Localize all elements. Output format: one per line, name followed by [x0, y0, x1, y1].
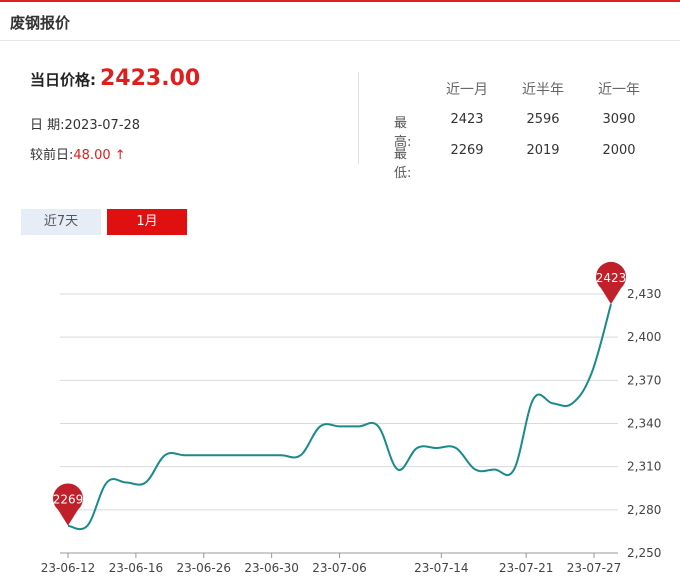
stats-cell: 2000 — [602, 143, 636, 158]
x-tick-label: 23-06-16 — [109, 561, 163, 575]
stats-row-low-label: 最低: — [394, 147, 412, 181]
stats-cell: 2269 — [450, 143, 484, 158]
panel-header: 废钢报价 — [0, 2, 680, 41]
current-price-row: 当日价格: 2423.00 — [30, 66, 200, 91]
price-value: 2423.00 — [100, 66, 201, 91]
change-label: 较前日: — [30, 148, 74, 163]
date-label: 日 期: — [30, 118, 65, 133]
stats-cell: 2019 — [526, 143, 560, 158]
date-value: 2023-07-28 — [64, 118, 141, 133]
up-arrow-icon: ↑ — [114, 148, 126, 163]
x-tick-label: 23-07-27 — [567, 561, 621, 575]
tab-1month[interactable]: 1月 — [107, 209, 187, 235]
change-value: 48.00 — [73, 148, 111, 163]
divider — [358, 72, 359, 164]
x-tick-label: 23-06-30 — [244, 561, 298, 575]
date-line: 日 期:2023-07-28 — [30, 114, 140, 133]
price-series-line — [67, 303, 612, 531]
stats-col-halfyear: 近半年 — [522, 82, 564, 98]
x-tick-label: 23-06-26 — [177, 561, 231, 575]
stats-cell: 2596 — [526, 112, 560, 127]
stats-cell: 3090 — [602, 112, 636, 127]
x-tick-label: 23-07-14 — [414, 561, 468, 575]
y-tick-label: 2,430 — [627, 287, 661, 301]
y-tick-label: 2,340 — [627, 417, 661, 431]
max-marker-label: 2423 — [596, 271, 627, 285]
min-marker-label: 2269 — [53, 493, 84, 507]
y-tick-label: 2,310 — [627, 460, 661, 474]
x-tick-label: 23-07-21 — [499, 561, 553, 575]
stats-cell: 2423 — [450, 112, 484, 127]
y-tick-label: 2,400 — [627, 330, 661, 344]
y-tick-label: 2,370 — [627, 373, 661, 387]
y-tick-label: 2,250 — [627, 546, 661, 560]
price-label: 当日价格: — [30, 71, 96, 89]
change-line: 较前日:48.00 ↑ — [30, 144, 126, 163]
stats-col-month: 近一月 — [446, 82, 488, 98]
panel-title: 废钢报价 — [10, 14, 71, 32]
x-tick-label: 23-07-06 — [312, 561, 366, 575]
x-tick-label: 23-06-12 — [41, 561, 95, 575]
stats-col-year: 近一年 — [598, 82, 640, 98]
y-tick-label: 2,280 — [627, 503, 661, 517]
price-line-chart: 2,250 2,280 2,310 2,340 2,370 2,400 2,430 23-06… — [41, 261, 661, 575]
tab-7days[interactable]: 近7天 — [21, 209, 101, 235]
